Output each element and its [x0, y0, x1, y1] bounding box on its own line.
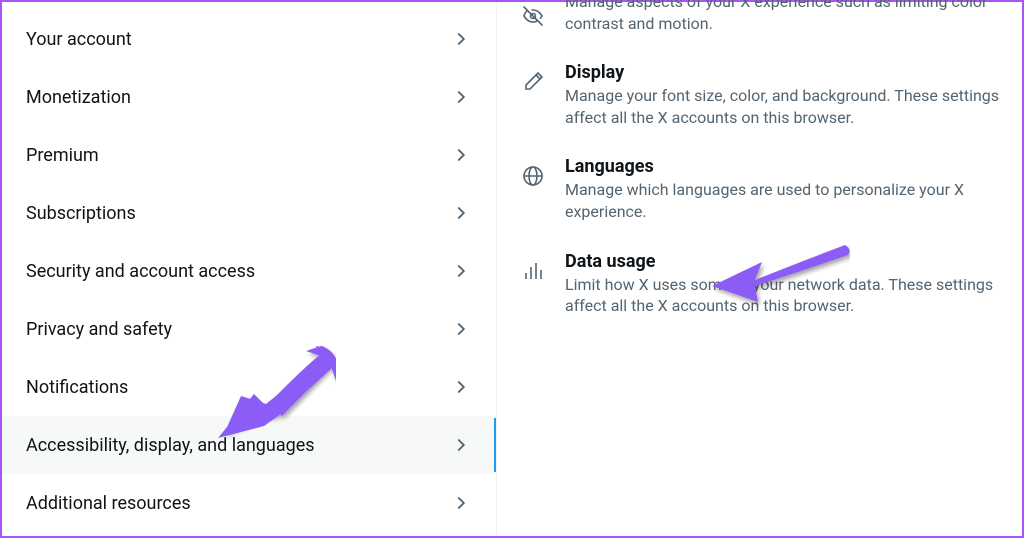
sidebar-item-premium[interactable]: Premium	[2, 126, 496, 184]
detail-text: Languages Manage which languages are use…	[565, 156, 1022, 222]
chevron-right-icon	[450, 144, 472, 166]
detail-desc: Manage your font size, color, and backgr…	[565, 85, 1022, 128]
sidebar-item-label: Privacy and safety	[26, 319, 172, 340]
sidebar-item-additional-resources[interactable]: Additional resources	[2, 474, 496, 532]
eye-off-icon	[521, 4, 545, 28]
chevron-right-icon	[450, 434, 472, 456]
sidebar-item-your-account[interactable]: Your account	[2, 10, 496, 68]
sidebar-item-label: Accessibility, display, and languages	[26, 435, 315, 456]
globe-icon	[521, 164, 545, 188]
detail-item-languages[interactable]: Languages Manage which languages are use…	[521, 142, 1022, 236]
sidebar-item-label: Security and account access	[26, 261, 255, 282]
detail-text: Accessibility Manage aspects of your X e…	[565, 0, 1022, 34]
chevron-right-icon	[450, 376, 472, 398]
detail-item-display[interactable]: Display Manage your font size, color, an…	[521, 48, 1022, 142]
bar-chart-icon	[521, 259, 545, 283]
sidebar-item-subscriptions[interactable]: Subscriptions	[2, 184, 496, 242]
detail-text: Display Manage your font size, color, an…	[565, 62, 1022, 128]
detail-desc: Limit how X uses some of your network da…	[565, 274, 1022, 317]
chevron-right-icon	[450, 260, 472, 282]
sidebar-item-label: Additional resources	[26, 493, 191, 514]
sidebar-item-label: Premium	[26, 145, 99, 166]
sidebar-item-privacy[interactable]: Privacy and safety	[2, 300, 496, 358]
detail-title: Languages	[565, 156, 1022, 177]
detail-desc: Manage which languages are used to perso…	[565, 179, 1022, 222]
settings-sidebar: Your account Monetization Premium Subscr…	[2, 2, 497, 536]
chevron-right-icon	[450, 492, 472, 514]
detail-item-data-usage[interactable]: Data usage Limit how X uses some of your…	[521, 237, 1022, 331]
settings-detail-pane: Accessibility Manage aspects of your X e…	[497, 2, 1022, 536]
sidebar-item-label: Subscriptions	[26, 203, 136, 224]
sidebar-item-notifications[interactable]: Notifications	[2, 358, 496, 416]
sidebar-item-monetization[interactable]: Monetization	[2, 68, 496, 126]
chevron-right-icon	[450, 28, 472, 50]
detail-item-accessibility[interactable]: Accessibility Manage aspects of your X e…	[521, 0, 1022, 48]
sidebar-item-security[interactable]: Security and account access	[2, 242, 496, 300]
sidebar-item-accessibility[interactable]: Accessibility, display, and languages	[2, 416, 496, 474]
detail-title: Display	[565, 62, 1022, 83]
detail-desc: Manage aspects of your X experience such…	[565, 0, 1022, 34]
sidebar-item-label: Your account	[26, 29, 132, 50]
chevron-right-icon	[450, 202, 472, 224]
sidebar-item-label: Notifications	[26, 377, 128, 398]
paintbrush-icon	[521, 70, 545, 94]
sidebar-item-label: Monetization	[26, 87, 131, 108]
chevron-right-icon	[450, 318, 472, 340]
detail-title: Data usage	[565, 251, 1022, 272]
chevron-right-icon	[450, 86, 472, 108]
detail-text: Data usage Limit how X uses some of your…	[565, 251, 1022, 317]
